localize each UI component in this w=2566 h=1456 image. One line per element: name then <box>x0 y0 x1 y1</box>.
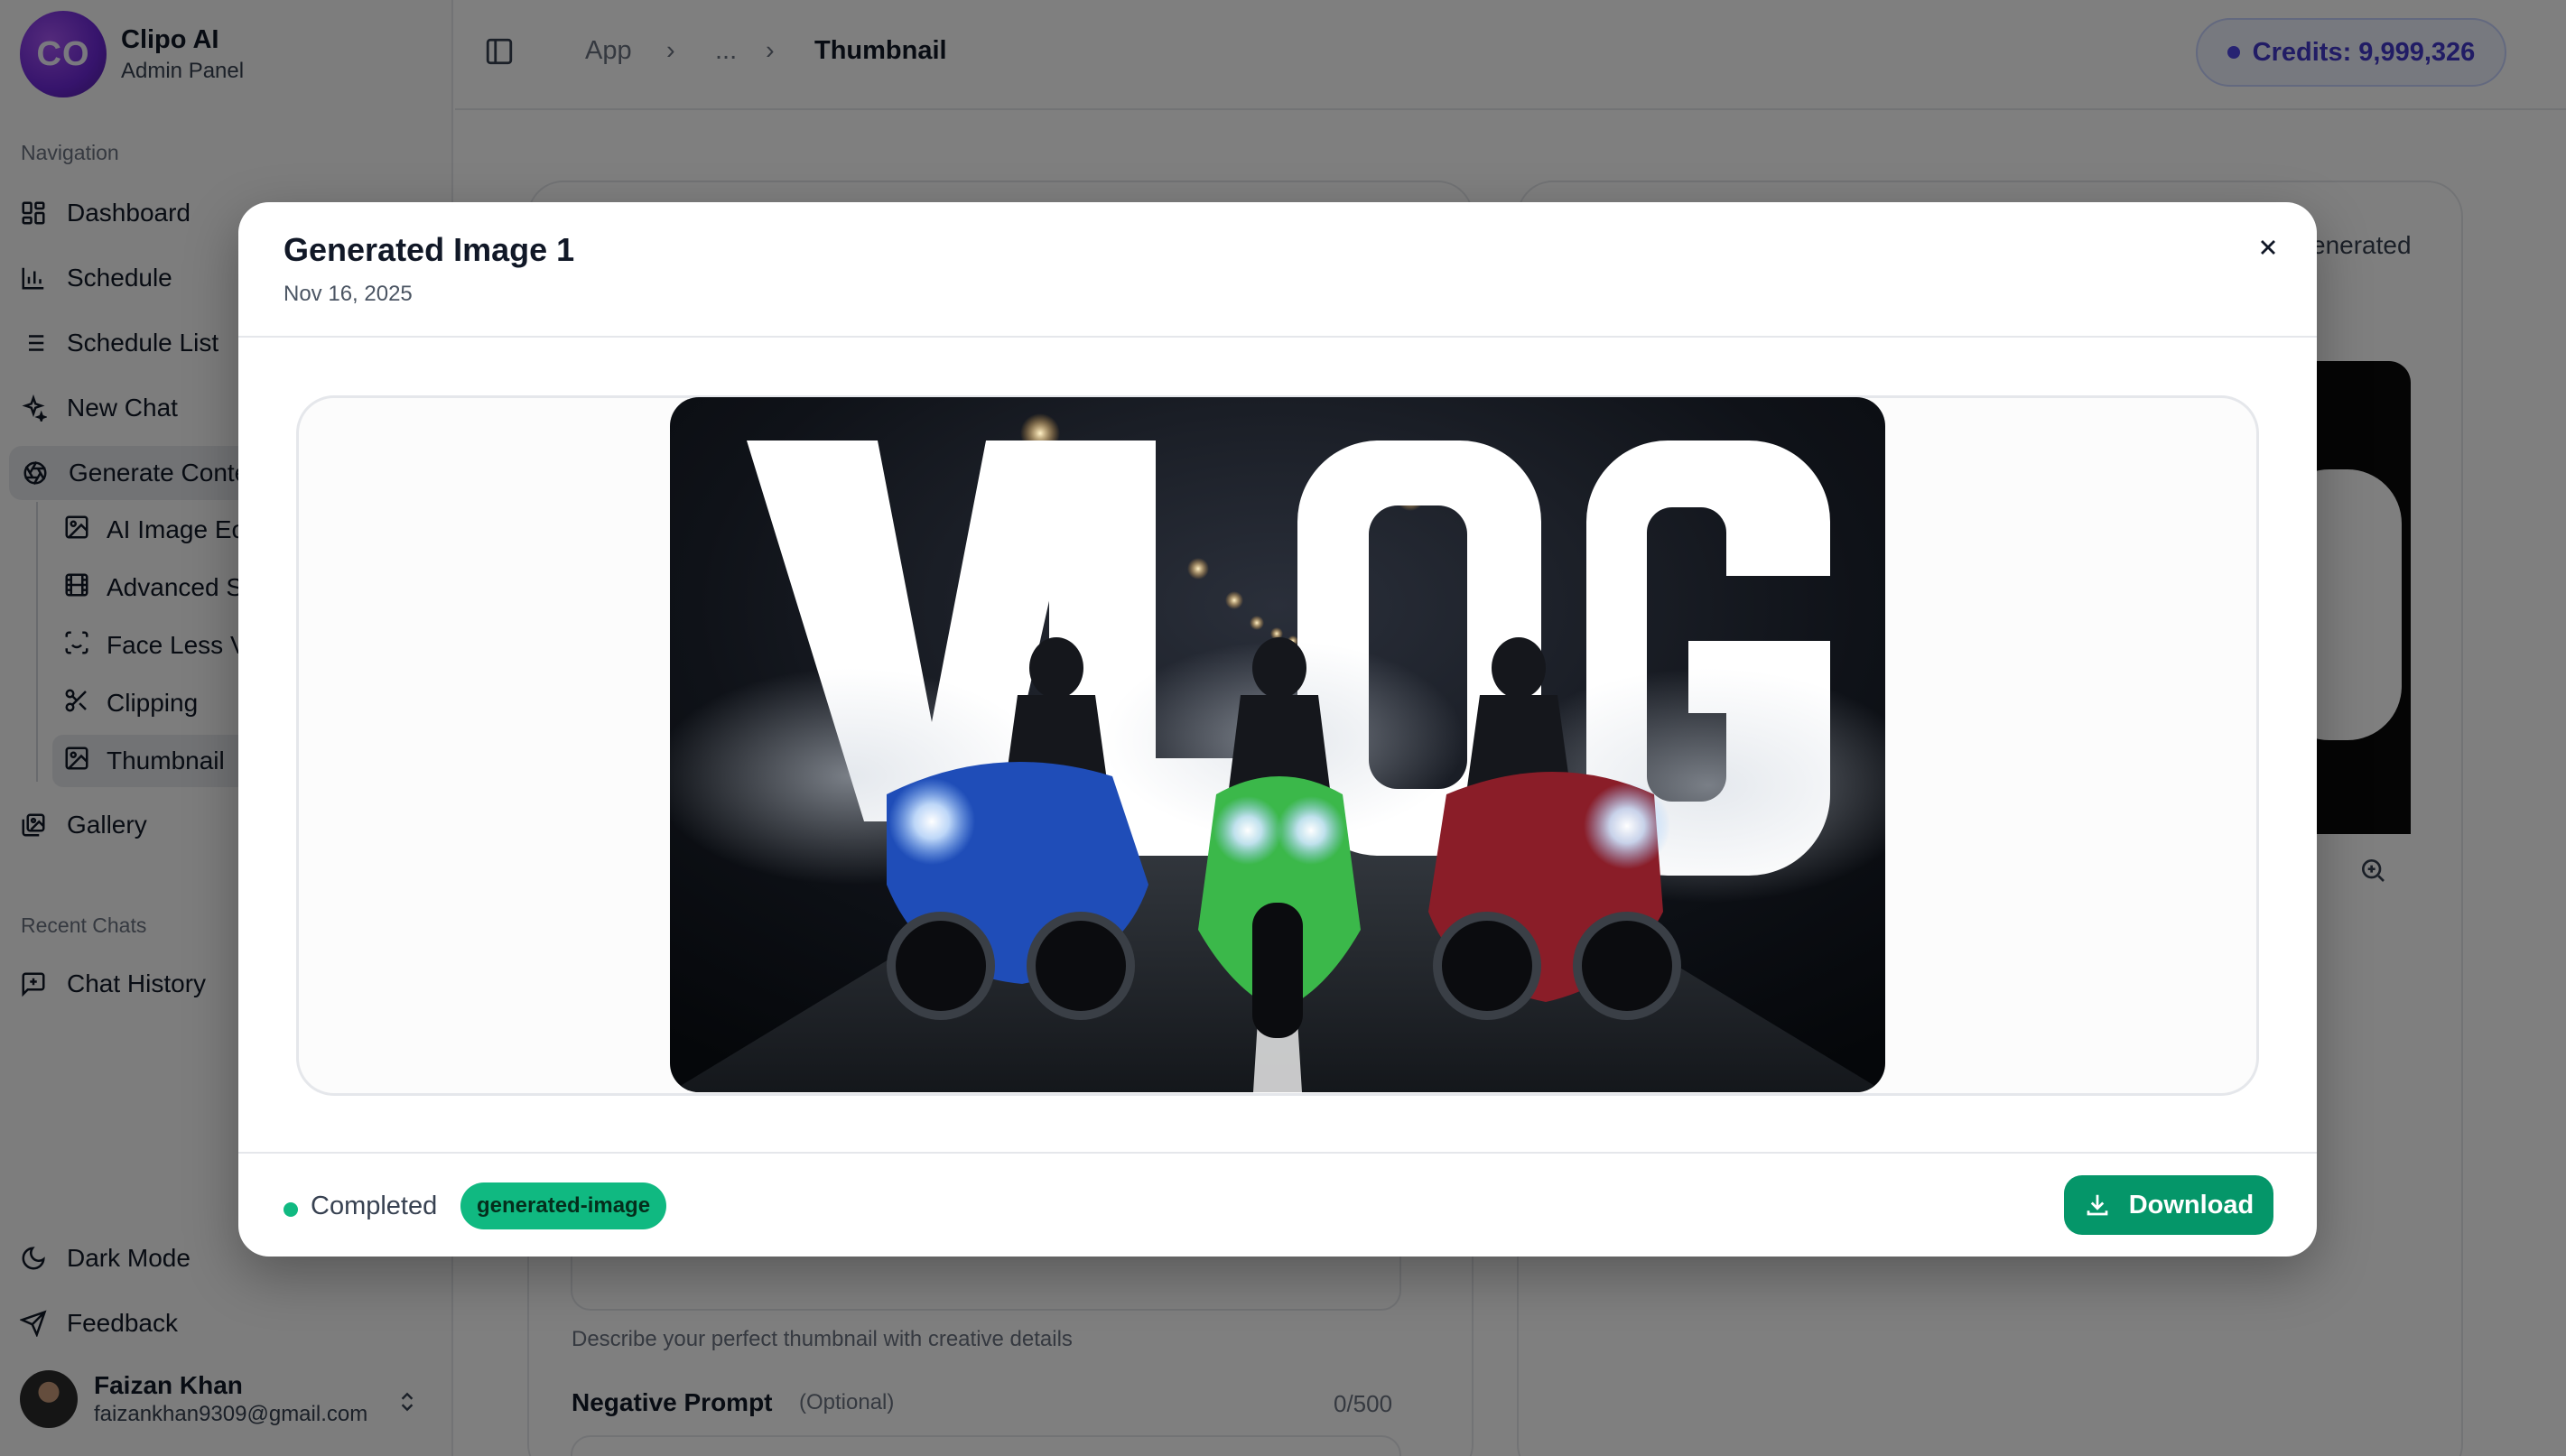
dialog-header: Generated Image 1 Nov 16, 2025 <box>238 202 2317 338</box>
image-preview-dialog: Generated Image 1 Nov 16, 2025 Completed… <box>238 202 2317 1257</box>
status-text: Completed <box>311 1192 438 1220</box>
close-icon <box>2261 240 2275 255</box>
type-badge: generated-image <box>460 1182 667 1229</box>
download-button[interactable]: Download <box>2064 1175 2273 1235</box>
dialog-title: Generated Image 1 <box>284 231 575 268</box>
dialog-date: Nov 16, 2025 <box>284 282 413 306</box>
dialog-footer: Completed generated-image Download <box>238 1152 2317 1257</box>
generated-image[interactable] <box>670 397 1885 1092</box>
status-dot <box>284 1202 298 1217</box>
download-icon <box>2087 1194 2108 1216</box>
vlog-thumbnail-art <box>670 397 1885 1092</box>
download-label: Download <box>2128 1190 2255 1220</box>
close-button[interactable] <box>2248 227 2288 267</box>
